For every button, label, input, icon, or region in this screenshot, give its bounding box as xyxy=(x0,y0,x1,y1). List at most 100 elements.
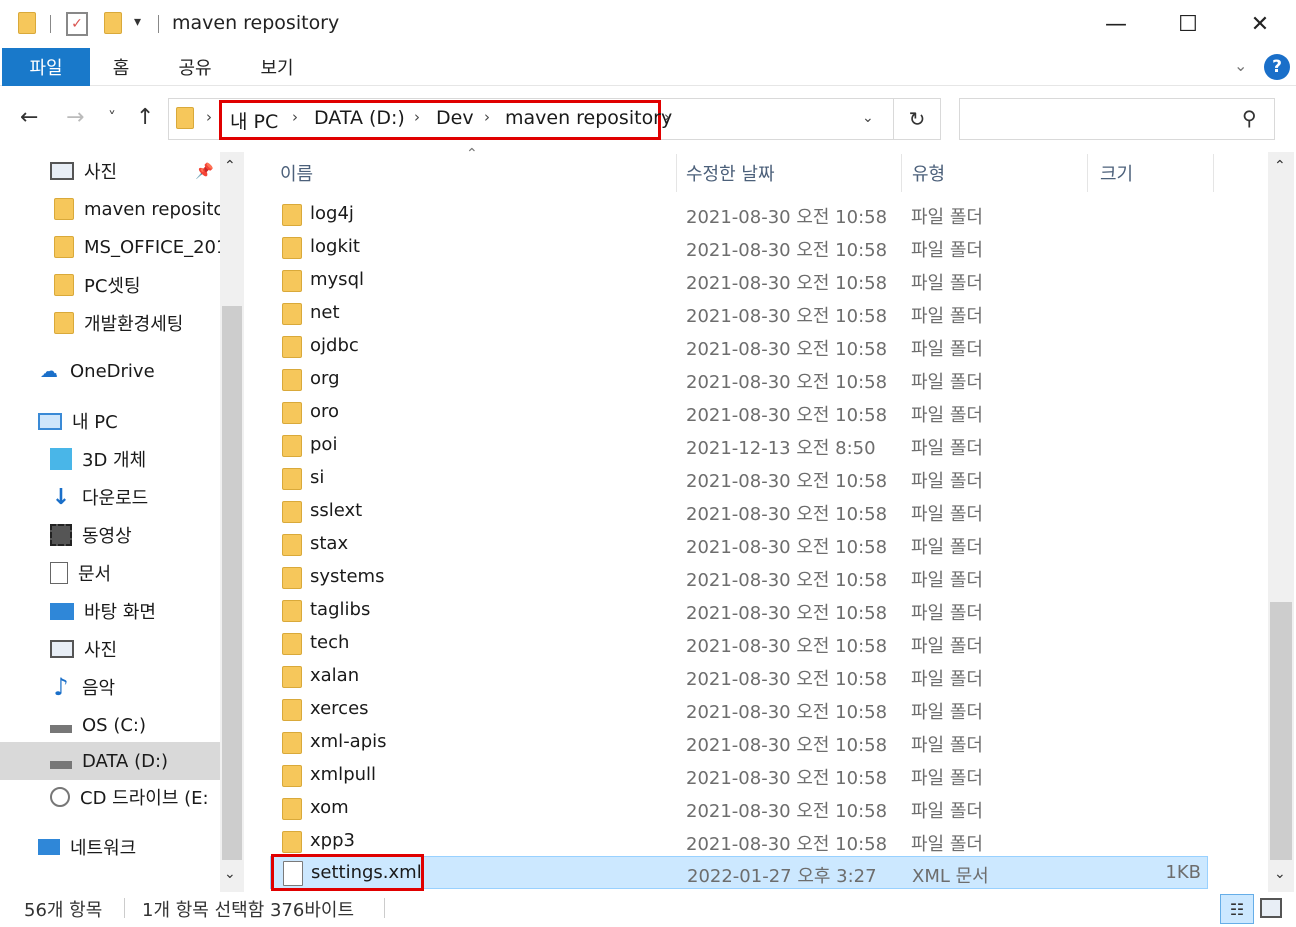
sidebar-item-label: OS (C:) xyxy=(82,714,146,736)
sidebar-item-label: OneDrive xyxy=(70,360,155,382)
list-item[interactable]: si 2021-08-30 오전 10:58 파일 폴더 xyxy=(270,462,1208,495)
sidebar-item-maven-repository[interactable]: maven repositor xyxy=(0,190,220,228)
list-item[interactable]: mysql 2021-08-30 오전 10:58 파일 폴더 xyxy=(270,264,1208,297)
breadcrumb-separator[interactable]: › xyxy=(206,108,212,126)
sidebar-item-label: 바탕 화면 xyxy=(84,602,156,623)
sidebar-item-pictures-pinned[interactable]: 사진 📌 xyxy=(0,152,220,190)
column-header-name[interactable]: 이름 xyxy=(280,160,313,186)
minimize-button[interactable]: — xyxy=(1080,0,1152,48)
column-divider[interactable] xyxy=(676,154,677,192)
sidebar-item-dev-env-setting[interactable]: 개발환경세팅 xyxy=(0,304,220,342)
list-item[interactable]: log4j 2021-08-30 오전 10:58 파일 폴더 xyxy=(270,198,1208,231)
sidebar-item-ms-office[interactable]: MS_OFFICE_201 xyxy=(0,228,220,266)
sidebar-item-data-drive[interactable]: DATA (D:) xyxy=(0,742,220,780)
breadcrumb-dev[interactable]: Dev xyxy=(436,107,474,129)
tab-file[interactable]: 파일 xyxy=(2,48,90,86)
breadcrumb-maven-repository[interactable]: maven repository xyxy=(505,107,672,129)
back-button[interactable]: ← xyxy=(20,105,38,130)
list-item[interactable]: sslext 2021-08-30 오전 10:58 파일 폴더 xyxy=(270,495,1208,528)
sidebar-item-network[interactable]: 네트워크 xyxy=(0,828,220,866)
sidebar-item-onedrive[interactable]: ☁ OneDrive xyxy=(0,352,220,390)
list-item[interactable]: stax 2021-08-30 오전 10:58 파일 폴더 xyxy=(270,528,1208,561)
breadcrumb-separator[interactable]: › xyxy=(414,108,420,126)
cloud-icon: ☁ xyxy=(40,360,58,382)
breadcrumb-this-pc[interactable]: 내 PC xyxy=(230,107,278,134)
list-item[interactable]: logkit 2021-08-30 오전 10:58 파일 폴더 xyxy=(270,231,1208,264)
folder-icon xyxy=(282,633,302,655)
sidebar-item-cd-drive[interactable]: CD 드라이브 (E: xyxy=(0,778,220,816)
sidebar-item-pc-setting[interactable]: PC셋팅 xyxy=(0,266,220,304)
quick-access-separator xyxy=(50,15,51,33)
maximize-button[interactable]: ☐ xyxy=(1152,0,1224,48)
breadcrumb-data-drive[interactable]: DATA (D:) xyxy=(314,107,405,129)
folder-icon xyxy=(282,435,302,457)
list-item[interactable]: xalan 2021-08-30 오전 10:58 파일 폴더 xyxy=(270,660,1208,693)
pictures-icon xyxy=(50,162,74,180)
folder-icon xyxy=(176,107,194,129)
column-header-date[interactable]: 수정한 날짜 xyxy=(686,160,775,186)
list-item[interactable]: ojdbc 2021-08-30 오전 10:58 파일 폴더 xyxy=(270,330,1208,363)
list-item[interactable]: xerces 2021-08-30 오전 10:58 파일 폴더 xyxy=(270,693,1208,726)
help-icon[interactable]: ? xyxy=(1264,54,1290,80)
sidebar-scroll-thumb[interactable] xyxy=(222,306,242,860)
sidebar-item-music[interactable]: ♪ 음악 xyxy=(0,668,220,706)
up-button[interactable]: ↑ xyxy=(136,105,154,130)
folder-icon xyxy=(54,312,74,334)
sidebar-item-os-drive[interactable]: OS (C:) xyxy=(0,706,220,744)
list-item[interactable]: tech 2021-08-30 오전 10:58 파일 폴더 xyxy=(270,627,1208,660)
column-divider[interactable] xyxy=(901,154,902,192)
sidebar-item-downloads[interactable]: ↓ 다운로드 xyxy=(0,478,220,516)
list-item[interactable]: xmlpull 2021-08-30 오전 10:58 파일 폴더 xyxy=(270,759,1208,792)
address-dropdown-icon[interactable]: ⌄ xyxy=(862,110,874,126)
folder-icon xyxy=(282,567,302,589)
new-folder-icon[interactable] xyxy=(104,12,122,34)
breadcrumb-separator[interactable]: › xyxy=(484,108,490,126)
file-list-scroll-thumb[interactable] xyxy=(1270,602,1292,860)
list-item[interactable]: taglibs 2021-08-30 오전 10:58 파일 폴더 xyxy=(270,594,1208,627)
expand-ribbon-icon[interactable]: ⌄ xyxy=(1234,56,1247,75)
scroll-up-icon[interactable]: ⌃ xyxy=(224,158,236,174)
forward-button[interactable]: → xyxy=(66,105,84,130)
refresh-button[interactable]: ↻ xyxy=(893,98,941,140)
list-item[interactable]: systems 2021-08-30 오전 10:58 파일 폴더 xyxy=(270,561,1208,594)
computer-icon xyxy=(38,412,62,430)
pin-icon[interactable]: 📌 xyxy=(195,162,214,180)
breadcrumb-separator[interactable]: › xyxy=(664,108,670,126)
list-item[interactable]: net 2021-08-30 오전 10:58 파일 폴더 xyxy=(270,297,1208,330)
sidebar-item-documents[interactable]: 문서 xyxy=(0,554,220,592)
list-item[interactable]: org 2021-08-30 오전 10:58 파일 폴더 xyxy=(270,363,1208,396)
sidebar-item-label: 문서 xyxy=(78,564,112,585)
tab-view[interactable]: 보기 xyxy=(248,48,306,86)
list-item[interactable]: xml-apis 2021-08-30 오전 10:58 파일 폴더 xyxy=(270,726,1208,759)
column-divider[interactable] xyxy=(1213,154,1214,192)
highlight-box xyxy=(271,854,424,891)
search-input[interactable] xyxy=(959,98,1275,140)
sidebar-item-desktop[interactable]: 바탕 화면 xyxy=(0,592,220,630)
large-icons-view-icon[interactable] xyxy=(1260,898,1282,918)
column-header-type[interactable]: 유형 xyxy=(912,160,945,186)
tab-home[interactable]: 홈 xyxy=(96,48,146,86)
list-item[interactable]: xom 2021-08-30 오전 10:58 파일 폴더 xyxy=(270,792,1208,825)
search-icon[interactable]: ⚲ xyxy=(1242,106,1257,130)
sidebar-item-videos[interactable]: 동영상 xyxy=(0,516,220,554)
sidebar-item-label: PC셋팅 xyxy=(84,276,141,297)
scroll-down-icon[interactable]: ⌄ xyxy=(1274,866,1286,882)
quick-access-separator xyxy=(158,15,159,33)
navigation-pane: 사진 📌 maven repositor MS_OFFICE_201 PC셋팅 … xyxy=(0,152,244,892)
scroll-up-icon[interactable]: ⌃ xyxy=(1274,158,1286,174)
scroll-down-icon[interactable]: ⌄ xyxy=(224,866,236,882)
properties-icon[interactable]: ✓ xyxy=(66,12,88,36)
sidebar-item-pictures[interactable]: 사진 xyxy=(0,630,220,668)
breadcrumb-separator[interactable]: › xyxy=(292,108,298,126)
column-header-size[interactable]: 크기 xyxy=(1100,160,1133,186)
close-button[interactable]: ✕ xyxy=(1224,0,1296,48)
sidebar-item-this-pc[interactable]: 내 PC xyxy=(0,402,220,440)
tab-share[interactable]: 공유 xyxy=(166,48,224,86)
list-item[interactable]: poi 2021-12-13 오전 8:50 파일 폴더 xyxy=(270,429,1208,462)
sidebar-item-3d-objects[interactable]: 3D 개체 xyxy=(0,440,220,478)
column-divider[interactable] xyxy=(1087,154,1088,192)
customize-quick-access-icon[interactable]: ▾ xyxy=(134,14,141,30)
details-view-icon[interactable]: ☷ xyxy=(1220,894,1254,924)
recent-locations-button[interactable]: ˅ xyxy=(108,108,116,127)
list-item[interactable]: oro 2021-08-30 오전 10:58 파일 폴더 xyxy=(270,396,1208,429)
